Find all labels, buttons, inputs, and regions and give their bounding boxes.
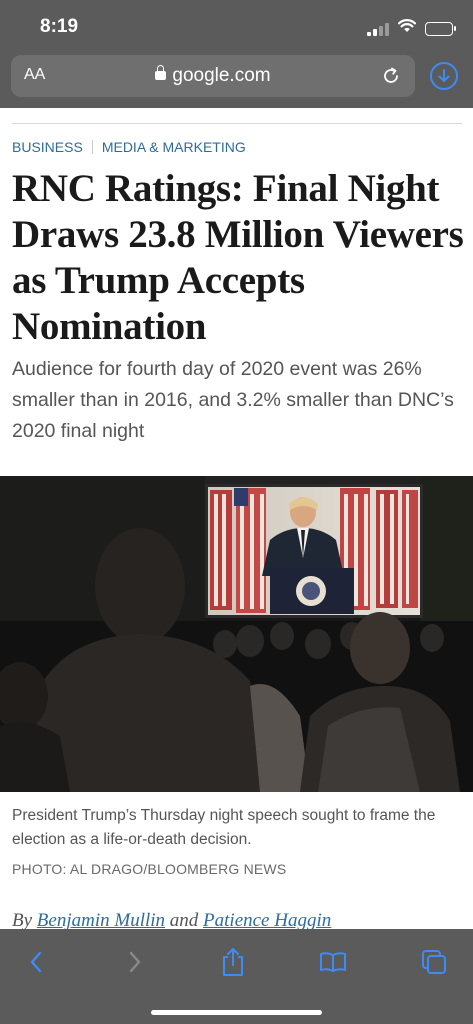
photo-credit: PHOTO: AL DRAGO/BLOOMBERG NEWS xyxy=(12,861,287,877)
home-indicator[interactable] xyxy=(151,1010,322,1015)
breadcrumb: BUSINESS MEDIA & MARKETING xyxy=(12,139,246,155)
byline-conjunction: and xyxy=(169,910,199,931)
download-icon[interactable] xyxy=(430,62,458,90)
author-link-1[interactable]: Benjamin Mullin xyxy=(37,910,165,931)
wifi-icon xyxy=(397,19,417,38)
article-photo[interactable] xyxy=(0,476,473,792)
breadcrumb-separator xyxy=(91,140,93,154)
author-link-2[interactable]: Patience Haggin xyxy=(203,910,331,931)
status-time: 8:19 xyxy=(40,16,79,37)
url-text: google.com xyxy=(172,65,271,86)
url-display[interactable]: google.com xyxy=(11,65,415,87)
share-icon[interactable] xyxy=(213,945,253,979)
browser-top-chrome: 8:19 AA google.com xyxy=(0,0,473,108)
header-divider xyxy=(12,123,462,124)
address-bar[interactable]: AA google.com xyxy=(11,55,415,97)
article-dek: Audience for fourth day of 2020 event wa… xyxy=(12,358,454,442)
back-icon[interactable] xyxy=(16,945,56,979)
battery-icon xyxy=(425,21,456,36)
breadcrumb-business[interactable]: BUSINESS xyxy=(12,139,83,155)
forward-icon[interactable] xyxy=(115,945,155,979)
tabs-icon[interactable] xyxy=(414,945,454,979)
byline-prefix: By xyxy=(12,910,33,931)
lock-icon xyxy=(155,65,167,80)
status-bar: 8:19 xyxy=(0,0,473,50)
status-icons xyxy=(367,19,456,38)
photo-caption: President Trump’s Thursday night speech … xyxy=(12,807,436,848)
breadcrumb-media-marketing[interactable]: MEDIA & MARKETING xyxy=(102,139,246,155)
cellular-signal-icon xyxy=(367,22,389,36)
bookmarks-icon[interactable] xyxy=(313,945,353,979)
article-headline: RNC Ratings: Final Night Draws 23.8 Mill… xyxy=(12,167,464,348)
reload-icon[interactable] xyxy=(381,66,401,86)
